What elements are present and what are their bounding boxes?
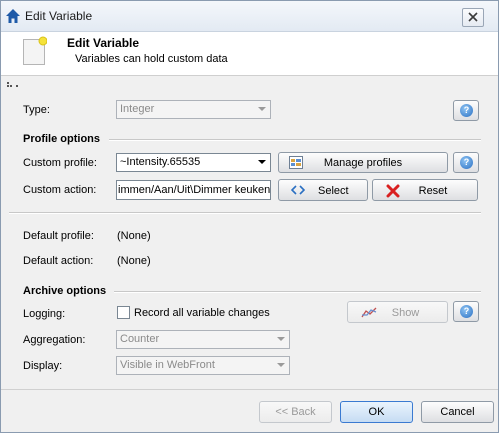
variable-doc-icon [23,36,48,66]
section-divider [9,212,481,214]
close-icon [468,12,478,25]
edit-variable-dialog: Edit Variable Edit Variable Variables ca… [0,0,499,433]
manage-profiles-label: Manage profiles [323,157,403,169]
display-label: Display: [23,360,63,372]
select-label: Select [318,185,349,197]
show-label: Show [391,307,420,319]
archive-options-title: Archive options [23,285,107,297]
header-subtitle: Variables can hold custom data [75,53,228,65]
chevron-down-icon [258,160,266,164]
help-icon: ? [460,104,473,117]
type-label: Type: [23,104,50,116]
custom-action-field[interactable]: immen/Aan/Uit\Dimmer keuken [116,180,271,200]
header-title: Edit Variable [67,36,140,50]
close-button[interactable] [462,8,484,27]
default-profile-value: (None) [117,230,151,242]
collapse-grip-icon[interactable] [7,79,21,87]
chevron-down-icon [258,107,266,111]
chevron-down-icon [277,337,285,341]
logging-label: Logging: [23,308,66,320]
reset-button[interactable]: Reset [372,179,478,201]
type-value: Integer [120,103,155,115]
window-title: Edit Variable [25,9,93,23]
back-label: << Back [275,406,316,418]
profile-options-title: Profile options [23,133,100,145]
title-bar: Edit Variable [1,1,498,32]
profile-help-button[interactable]: ? [453,152,479,173]
display-value: Visible in WebFront [120,359,215,371]
show-button[interactable]: Show [347,301,448,323]
aggregation-label: Aggregation: [23,334,86,346]
custom-profile-value: ~Intensity.65535 [120,156,201,168]
aggregation-select[interactable]: Counter [116,330,290,349]
default-action-value: (None) [117,255,151,267]
type-help-button[interactable]: ? [453,100,479,121]
custom-profile-select[interactable]: ~Intensity.65535 [116,153,271,172]
help-icon: ? [460,305,473,318]
back-button[interactable]: << Back [259,401,332,423]
home-icon [5,8,21,24]
type-select[interactable]: Integer [116,100,271,119]
ok-button[interactable]: OK [340,401,413,423]
code-brackets-icon [290,184,306,199]
dialog-header: Edit Variable Variables can hold custom … [1,32,498,76]
custom-action-label: Custom action: [23,184,97,196]
aggregation-value: Counter [120,333,160,345]
ok-label: OK [368,406,385,418]
custom-profile-label: Custom profile: [23,157,97,169]
cancel-button[interactable]: Cancel [421,401,494,423]
display-select[interactable]: Visible in WebFront [116,356,290,375]
footer-divider [1,389,498,390]
archive-options-divider [114,291,481,293]
profile-options-divider [109,139,481,141]
custom-action-value: immen/Aan/Uit\Dimmer keuken [118,184,271,196]
archive-help-button[interactable]: ? [453,301,479,322]
select-button[interactable]: Select [278,179,368,201]
reset-label: Reset [418,185,448,197]
logging-checkbox-label[interactable]: Record all variable changes [134,307,270,319]
manage-profiles-button[interactable]: Manage profiles [278,152,448,173]
chevron-down-icon [277,363,285,367]
default-action-label: Default action: [23,255,94,267]
help-icon: ? [460,156,473,169]
logging-checkbox[interactable] [117,306,130,319]
default-profile-label: Default profile: [23,230,94,242]
cancel-label: Cancel [440,406,475,418]
